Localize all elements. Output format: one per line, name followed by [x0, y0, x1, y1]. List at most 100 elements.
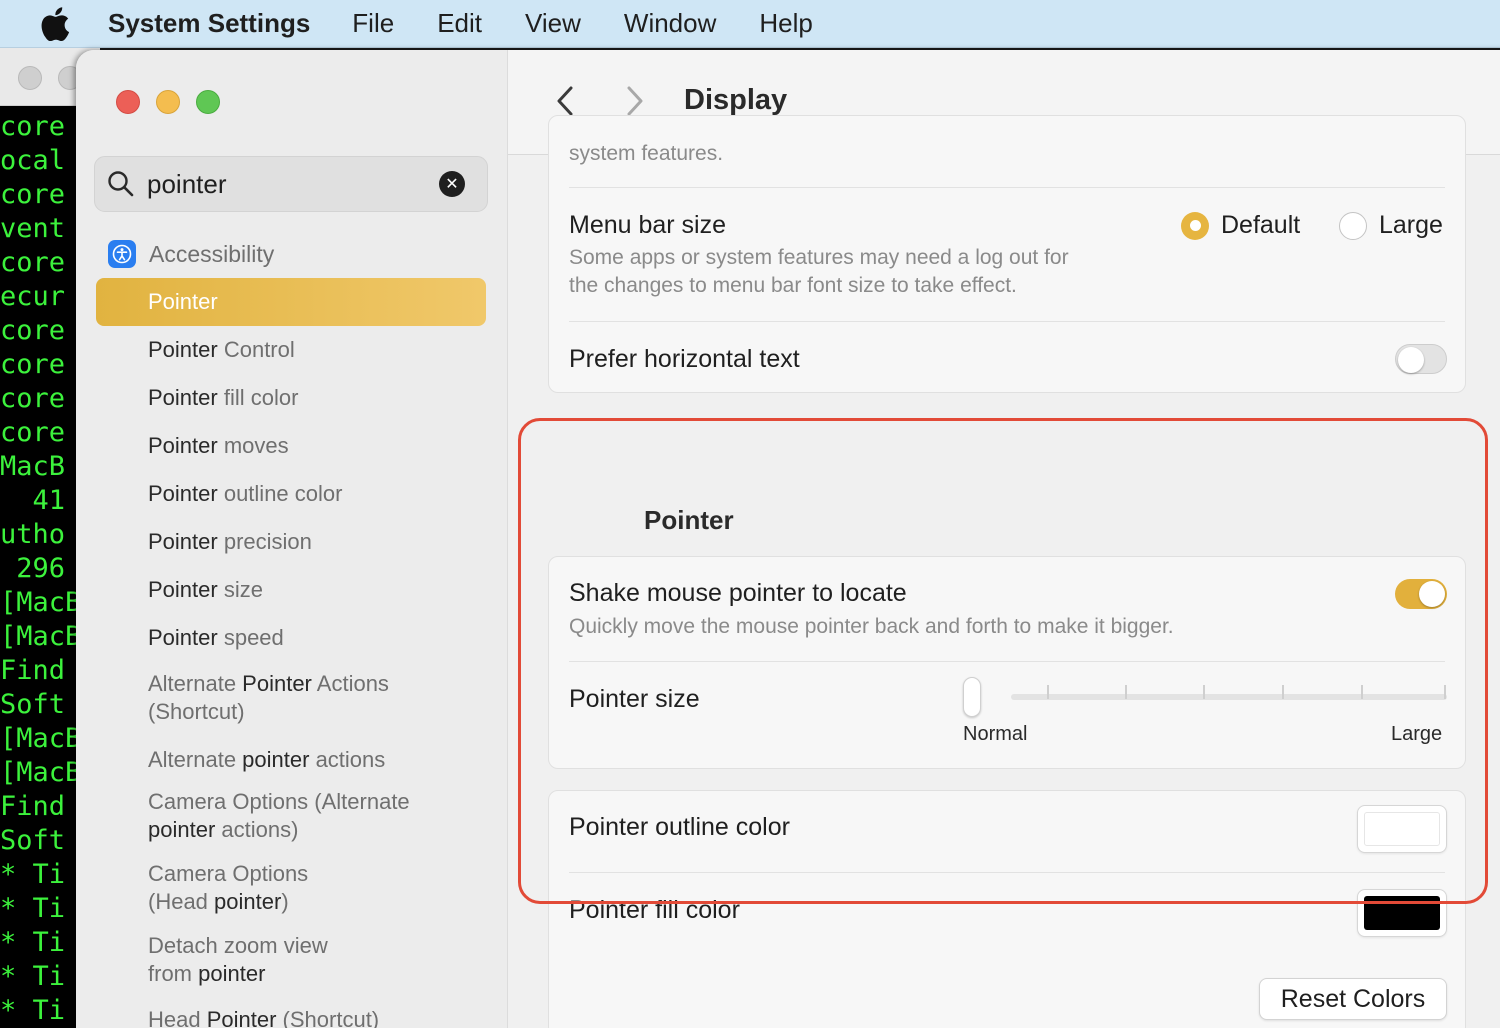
terminal-line: [MacB	[0, 587, 82, 618]
page-title: Display	[684, 84, 788, 116]
sidebar-item-label: Pointer size	[148, 577, 263, 602]
back-chevron-icon[interactable]	[552, 84, 578, 118]
toggle-knob	[1398, 347, 1424, 373]
settings-window: ✕ Accessibility Pointer Pointer Control Po…	[76, 50, 1500, 1028]
sidebar-item[interactable]: Camera Options (Alternate pointer action…	[96, 780, 426, 852]
pointer-colors-card: Pointer outline color Pointer fill color…	[548, 790, 1466, 1028]
apple-menu-icon[interactable]	[40, 6, 70, 41]
help-menu[interactable]: Help	[759, 8, 812, 39]
sidebar-item[interactable]: Pointer Control	[96, 326, 486, 374]
window-menu[interactable]: Window	[624, 8, 716, 39]
accessibility-icon	[108, 240, 136, 268]
sidebar-item-label: Alternate pointer actions	[148, 747, 386, 772]
file-menu[interactable]: File	[352, 8, 394, 39]
zoom-button[interactable]	[196, 90, 220, 114]
terminal-line: * Ti	[0, 961, 66, 992]
shake-pointer-description: Quickly move the mouse pointer back and …	[569, 615, 1174, 638]
sidebar-item-label: Head Pointer (Shortcut)	[148, 1007, 380, 1028]
shake-pointer-label: Shake mouse pointer to locate	[569, 579, 907, 607]
terminal-close-button[interactable]	[18, 66, 42, 90]
terminal-line: ocal	[0, 145, 66, 176]
sidebar-item[interactable]: Pointer speed	[96, 614, 486, 662]
radio-large-label: Large	[1379, 211, 1443, 239]
pointer-outline-color-label: Pointer outline color	[569, 813, 790, 841]
slider-tick	[1282, 685, 1284, 699]
radio-large[interactable]: Large	[1339, 211, 1443, 240]
pointer-outline-color-well[interactable]	[1357, 805, 1447, 853]
prefer-horizontal-text-label: Prefer horizontal text	[569, 345, 800, 373]
divider	[569, 872, 1445, 873]
outline-color-swatch	[1364, 812, 1440, 846]
sidebar-item[interactable]: Pointer moves	[96, 422, 486, 470]
terminal-output: core ocal core vent core ecur core core core core…	[0, 110, 81, 1028]
sidebar-item[interactable]: Detach zoom view from pointer	[96, 924, 356, 996]
sidebar-item-label: Camera Options (Head pointer)	[148, 861, 309, 914]
slider-tick	[1125, 685, 1127, 699]
sidebar-item[interactable]: Pointer precision	[96, 518, 486, 566]
terminal-line: core	[0, 315, 66, 346]
view-menu[interactable]: View	[525, 8, 581, 39]
pointer-size-label: Pointer size	[569, 685, 700, 713]
search-box[interactable]: ✕	[94, 156, 488, 212]
shake-pointer-toggle[interactable]	[1395, 579, 1447, 609]
terminal-line: * Ti	[0, 995, 66, 1026]
edit-menu[interactable]: Edit	[437, 8, 482, 39]
sidebar-item[interactable]: Head Pointer (Shortcut)	[96, 996, 486, 1028]
sidebar-item[interactable]: Alternate Pointer Actions (Shortcut)	[96, 662, 426, 734]
sidebar-item-label: Pointer fill color	[148, 385, 299, 410]
sidebar-item[interactable]: Pointer fill color	[96, 374, 486, 422]
slider-tick	[1047, 685, 1049, 699]
text-settings-card: system features. Menu bar size Some apps…	[548, 115, 1466, 393]
terminal-line: * Ti	[0, 893, 66, 924]
sidebar-item-label: Pointer moves	[148, 433, 289, 458]
terminal-line: * Ti	[0, 859, 66, 890]
minimize-button[interactable]	[156, 90, 180, 114]
sidebar-item[interactable]: Camera Options (Head pointer)	[96, 852, 356, 924]
radio-default-label: Default	[1221, 211, 1301, 239]
sidebar-item[interactable]: Pointer outline color	[96, 470, 486, 518]
radio-unselected-icon	[1339, 211, 1367, 240]
pointer-fill-color-label: Pointer fill color	[569, 896, 740, 924]
sidebar: ✕ Accessibility Pointer Pointer Control Po…	[76, 50, 508, 1028]
terminal-line: Find	[0, 791, 66, 822]
terminal-line: utho	[0, 519, 66, 550]
terminal-line: core	[0, 247, 66, 278]
terminal-line: core	[0, 417, 66, 448]
close-button[interactable]	[116, 90, 140, 114]
slider-tick	[1444, 685, 1446, 699]
sidebar-item-label: Pointer precision	[148, 529, 312, 554]
settings-content[interactable]: system features. Menu bar size Some apps…	[508, 115, 1500, 1028]
terminal-line: Find	[0, 655, 66, 686]
menu-bar-size-description-1: Some apps or system features may need a …	[569, 246, 1069, 269]
search-input[interactable]	[147, 168, 427, 200]
terminal-line: [MacB	[0, 757, 82, 788]
terminal-line: [MacB	[0, 621, 82, 652]
app-menu[interactable]: System Settings	[108, 8, 310, 39]
terminal-line: core	[0, 349, 66, 380]
pointer-size-slider-track[interactable]	[1011, 694, 1447, 700]
sidebar-item[interactable]: Alternate pointer actions	[96, 736, 486, 784]
sidebar-item-label: Pointer speed	[148, 625, 284, 650]
menu-bar: System Settings File Edit View Window He…	[0, 0, 1500, 48]
terminal-line: core	[0, 383, 66, 414]
divider	[569, 321, 1445, 322]
slider-tick	[1361, 685, 1363, 699]
terminal-line: Soft	[0, 825, 66, 856]
reset-colors-button[interactable]: Reset Colors	[1259, 978, 1447, 1020]
terminal-line: [MacB	[0, 723, 82, 754]
sidebar-group-accessibility[interactable]: Accessibility	[108, 240, 274, 268]
prefer-horizontal-text-toggle[interactable]	[1395, 344, 1447, 374]
terminal-line: Soft	[0, 689, 66, 720]
sidebar-item[interactable]: Pointer	[96, 278, 486, 326]
pointer-size-slider-thumb[interactable]	[963, 677, 981, 717]
radio-default[interactable]: Default	[1181, 211, 1300, 240]
sidebar-item[interactable]: Pointer size	[96, 566, 486, 614]
forward-chevron-icon[interactable]	[622, 84, 648, 118]
slider-tick	[1203, 685, 1205, 699]
pointer-fill-color-well[interactable]	[1357, 889, 1447, 937]
toggle-knob	[1419, 581, 1445, 607]
sidebar-group-label: Accessibility	[149, 240, 275, 267]
terminal-line: MacB	[0, 451, 66, 482]
clear-search-icon[interactable]: ✕	[439, 171, 465, 197]
terminal-line: 296	[0, 553, 66, 584]
